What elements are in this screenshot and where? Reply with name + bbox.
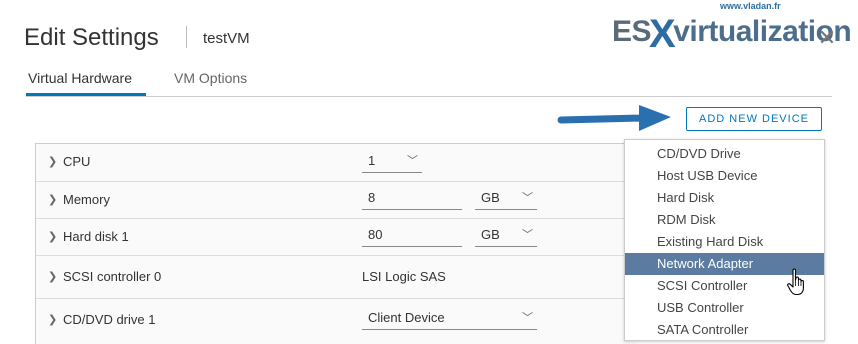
- title-separator: [186, 26, 187, 48]
- cpu-count-value: 1: [368, 153, 376, 168]
- menu-item-label: USB Controller: [657, 300, 744, 315]
- menu-item-hard-disk[interactable]: Hard Disk: [625, 187, 824, 209]
- chevron-right-icon[interactable]: ❯: [48, 270, 57, 283]
- disk-size-value: 80: [368, 227, 383, 242]
- hardware-label: CPU: [63, 154, 91, 169]
- tab-virtual-hardware[interactable]: Virtual Hardware: [28, 70, 132, 86]
- memory-unit-value: GB: [481, 190, 500, 205]
- chevron-down-icon: ﹀: [522, 192, 533, 204]
- hardware-row-hard-disk[interactable]: ❯ Hard disk 1 80 GB ﹀: [36, 219, 636, 256]
- menu-item-label: RDM Disk: [657, 212, 716, 227]
- hardware-label: CD/DVD drive 1: [63, 312, 156, 327]
- chevron-right-icon[interactable]: ❯: [48, 193, 57, 206]
- disk-unit-select[interactable]: GB ﹀: [475, 225, 537, 247]
- menu-item-label: SATA Controller: [657, 322, 749, 337]
- tab-divider: [26, 96, 832, 97]
- menu-item-rdm-disk[interactable]: RDM Disk: [625, 209, 824, 231]
- menu-item-label: Network Adapter: [657, 256, 754, 271]
- cd-dvd-type-value: Client Device: [368, 310, 445, 325]
- cpu-count-select[interactable]: 1 ﹀: [362, 151, 422, 173]
- menu-item-label: Existing Hard Disk: [657, 234, 764, 249]
- hardware-label: SCSI controller 0: [63, 269, 162, 284]
- menu-item-label: Hard Disk: [657, 190, 715, 205]
- hardware-row-cpu[interactable]: ❯ CPU 1 ﹀: [36, 144, 636, 182]
- menu-item-label: CD/DVD Drive: [657, 146, 741, 161]
- hardware-row-scsi-controller[interactable]: ❯ SCSI controller 0 LSI Logic SAS: [36, 256, 636, 299]
- chevron-right-icon[interactable]: ❯: [48, 313, 57, 326]
- add-device-menu: CD/DVD Drive Host USB Device Hard Disk R…: [624, 139, 825, 341]
- menu-item-sata-controller[interactable]: SATA Controller: [625, 319, 824, 341]
- hardware-list: ❯ CPU 1 ﹀ ❯ Memory 8 GB ﹀ ❯ Hard disk 1 …: [35, 143, 636, 344]
- memory-size-input[interactable]: 8: [362, 188, 462, 210]
- disk-unit-value: GB: [481, 227, 500, 242]
- memory-size-value: 8: [368, 190, 376, 205]
- close-icon[interactable]: ✕: [815, 26, 839, 50]
- hardware-label: Hard disk 1: [63, 229, 129, 244]
- menu-item-label: SCSI Controller: [657, 278, 748, 293]
- dialog-title: Edit Settings: [24, 24, 159, 51]
- vm-name: testVM: [203, 30, 250, 47]
- menu-item-label: Host USB Device: [657, 168, 758, 183]
- annotation-arrow-icon: [557, 105, 671, 131]
- chevron-right-icon[interactable]: ❯: [48, 155, 57, 168]
- menu-item-usb-controller[interactable]: USB Controller: [625, 297, 824, 319]
- menu-item-cd-dvd-drive[interactable]: CD/DVD Drive: [625, 143, 824, 165]
- scsi-controller-type: LSI Logic SAS: [362, 269, 446, 284]
- tab-vm-options[interactable]: VM Options: [174, 70, 247, 86]
- cd-dvd-type-select[interactable]: Client Device ﹀: [362, 308, 537, 330]
- hardware-row-memory[interactable]: ❯ Memory 8 GB ﹀: [36, 182, 636, 219]
- menu-item-existing-hard-disk[interactable]: Existing Hard Disk: [625, 231, 824, 253]
- memory-unit-select[interactable]: GB ﹀: [475, 188, 537, 210]
- add-new-device-button[interactable]: ADD NEW DEVICE: [686, 107, 822, 131]
- menu-item-host-usb-device[interactable]: Host USB Device: [625, 165, 824, 187]
- hand-cursor-icon: [787, 268, 804, 296]
- hardware-row-cd-dvd[interactable]: ❯ CD/DVD drive 1 Client Device ﹀: [36, 299, 636, 344]
- chevron-down-icon: ﹀: [522, 229, 533, 241]
- chevron-right-icon[interactable]: ❯: [48, 230, 57, 243]
- chevron-down-icon: ﹀: [407, 155, 418, 167]
- disk-size-input[interactable]: 80: [362, 225, 462, 247]
- watermark-es: ES: [612, 15, 652, 48]
- chevron-down-icon: ﹀: [522, 312, 533, 324]
- hardware-label: Memory: [63, 192, 110, 207]
- watermark-x: X: [649, 12, 676, 56]
